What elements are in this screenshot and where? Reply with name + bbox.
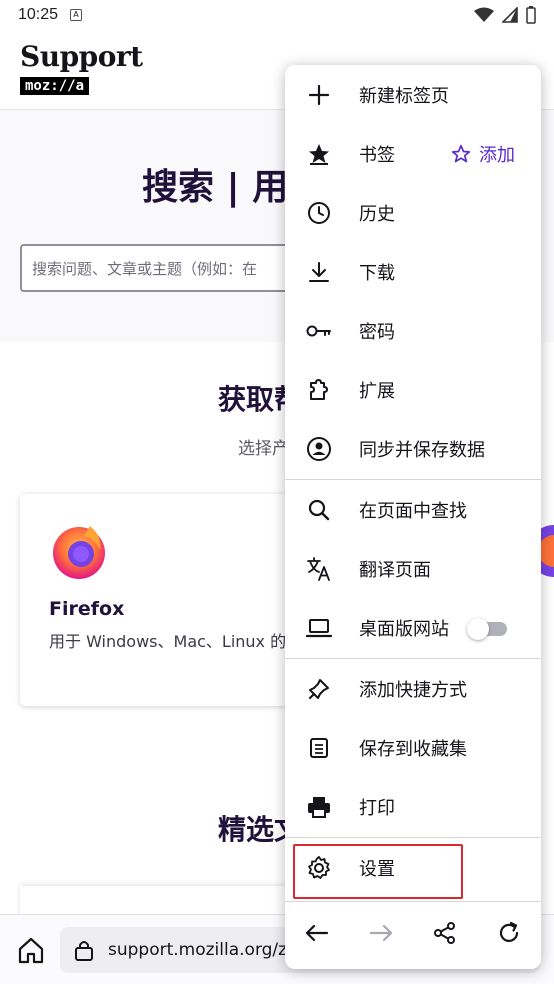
menu-item-label: 在页面中查找 (359, 500, 467, 522)
menu-item-label: 保存到收藏集 (359, 738, 467, 760)
menu-item-label: 新建标签页 (359, 85, 449, 107)
reload-icon[interactable] (495, 919, 523, 947)
forward-arrow-icon[interactable] (367, 919, 395, 947)
status-bar: 10:25 A (0, 0, 554, 30)
status-time: 10:25 (18, 6, 59, 23)
menu-item-extensions[interactable]: 扩展 (285, 360, 541, 419)
menu-item-passwords[interactable]: 密码 (285, 301, 541, 360)
overflow-menu: 新建标签页 书签 添加 历史 下载 密码 扩展 同步并保存数据 在页面中查找 翻… (285, 65, 541, 969)
product-description: 用于 Windows、Mac、Linux 的 (49, 632, 287, 651)
menu-item-save-collection[interactable]: 保存到收藏集 (285, 718, 541, 777)
signal-icon (502, 7, 518, 23)
menu-item-new-tab[interactable]: 新建标签页 (285, 65, 541, 124)
collection-icon (305, 734, 333, 762)
product-name: Firefox (49, 598, 125, 620)
menu-item-find-in-page[interactable]: 在页面中查找 (285, 480, 541, 539)
bookmark-star-icon (305, 140, 333, 168)
menu-item-sync[interactable]: 同步并保存数据 (285, 419, 541, 478)
mozilla-logo[interactable]: moz://a (20, 77, 90, 95)
lock-icon (75, 941, 93, 961)
star-outline-icon (451, 144, 471, 162)
menu-item-label: 桌面版网站 (359, 618, 449, 640)
section-subtitle: 选择产 (238, 439, 289, 459)
search-icon (305, 496, 333, 524)
home-icon[interactable] (16, 935, 46, 965)
printer-icon (305, 793, 333, 821)
menu-item-label: 打印 (359, 797, 395, 819)
firefox-logo-icon (53, 526, 105, 579)
key-icon (305, 317, 333, 345)
url-text: support.mozilla.org/z (108, 940, 288, 960)
menu-item-print[interactable]: 打印 (285, 777, 541, 836)
menu-item-label: 翻译页面 (359, 559, 431, 581)
menu-item-label: 添加快捷方式 (359, 679, 467, 701)
add-bookmark-button[interactable]: 添加 (451, 141, 515, 167)
back-arrow-icon[interactable] (303, 919, 331, 947)
menu-item-label: 密码 (359, 321, 395, 343)
menu-item-label: 历史 (359, 203, 395, 225)
plus-icon (305, 81, 333, 109)
translate-icon (305, 555, 333, 583)
pin-icon (305, 675, 333, 703)
menu-item-label: 扩展 (359, 380, 395, 402)
desktop-site-toggle[interactable] (467, 617, 509, 640)
menu-divider (285, 901, 541, 902)
menu-item-label: 书签 (359, 144, 395, 166)
menu-item-downloads[interactable]: 下载 (285, 242, 541, 301)
hero-title: 搜索 | 用 (142, 167, 289, 208)
menu-item-translate[interactable]: 翻译页面 (285, 539, 541, 598)
laptop-icon (305, 614, 333, 642)
download-icon (305, 258, 333, 286)
wifi-icon (474, 7, 494, 22)
settings-highlight-box (293, 844, 463, 899)
support-logo[interactable]: Support (20, 40, 143, 73)
menu-item-desktop-site[interactable]: 桌面版网站 (285, 598, 541, 657)
battery-icon (526, 6, 536, 24)
menu-item-add-shortcut[interactable]: 添加快捷方式 (285, 659, 541, 718)
notification-icon: A (70, 9, 83, 21)
menu-item-label: 下载 (359, 262, 395, 284)
menu-item-history[interactable]: 历史 (285, 183, 541, 242)
share-icon[interactable] (431, 919, 459, 947)
menu-nav-row (285, 903, 541, 963)
toggle-thumb (467, 617, 489, 640)
menu-item-label: 同步并保存数据 (359, 439, 485, 461)
status-icons (474, 6, 536, 24)
puzzle-icon (305, 376, 333, 404)
add-bookmark-label: 添加 (479, 144, 515, 166)
menu-item-bookmarks[interactable]: 书签 添加 (285, 124, 541, 183)
account-icon (305, 435, 333, 463)
clock-icon (305, 199, 333, 227)
